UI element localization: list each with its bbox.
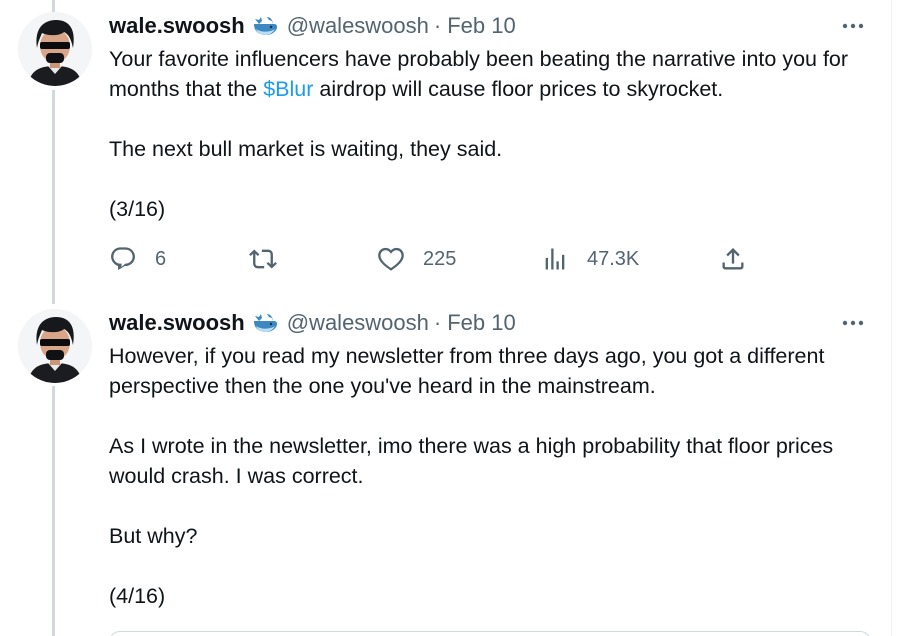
thread-counter: (3/16) (109, 197, 166, 221)
display-name[interactable]: wale.swoosh (109, 13, 245, 39)
tweet-date[interactable]: Feb 10 (447, 310, 516, 336)
avatar-image (18, 12, 92, 86)
tweet-paragraph: As I wrote in the newsletter, imo there … (109, 434, 834, 488)
tweet-paragraph: But why? (109, 524, 198, 548)
text-segment: airdrop will cause floor prices to skyro… (313, 77, 724, 101)
avatar[interactable] (18, 12, 92, 86)
views-button[interactable]: 47.3K (541, 244, 639, 274)
tweet-paragraph: Your favorite influencers have probably … (109, 44, 869, 104)
tweet-actions: 6 225 47.3K (109, 244, 749, 274)
more-options-icon[interactable] (840, 310, 866, 336)
tweet-text: Your favorite influencers have probably … (109, 44, 869, 224)
tweet-paragraph: The next bull market is waiting, they sa… (109, 137, 503, 161)
avatar[interactable] (18, 309, 92, 383)
tweet-text: However, if you read my newsletter from … (109, 341, 869, 611)
display-name[interactable]: wale.swoosh (109, 310, 245, 336)
like-count: 225 (423, 247, 457, 270)
thread-counter: (4/16) (109, 584, 166, 608)
thread-connector-line (52, 0, 55, 12)
thread-connector-line (52, 386, 55, 636)
retweet-button[interactable] (249, 244, 295, 274)
cashtag-link[interactable]: $Blur (263, 77, 313, 101)
tweet-header: wale.swoosh @waleswoosh · Feb 10 (109, 309, 516, 337)
tweet-date[interactable]: Feb 10 (447, 13, 516, 39)
thread-view: wale.swoosh @waleswoosh · Feb 10 Your fa… (0, 0, 906, 636)
tweet-header: wale.swoosh @waleswoosh · Feb 10 (109, 12, 516, 40)
user-handle[interactable]: @waleswoosh (287, 310, 429, 336)
tweet-paragraph: However, if you read my newsletter from … (109, 344, 825, 398)
reply-icon (111, 247, 135, 270)
view-count: 47.3K (587, 247, 640, 270)
thread-connector-line (52, 90, 55, 304)
share-icon (722, 248, 744, 270)
header-separator: · (433, 13, 442, 38)
avatar-image (18, 309, 92, 383)
retweet-icon (249, 249, 277, 269)
timeline-border (891, 0, 906, 636)
reply-count: 6 (155, 247, 167, 270)
header-separator: · (433, 310, 442, 335)
more-options-icon[interactable] (840, 13, 866, 39)
whale-emoji-icon (251, 312, 279, 334)
whale-emoji-icon (251, 15, 279, 37)
share-button[interactable] (719, 244, 747, 274)
heart-icon (378, 247, 404, 271)
analytics-icon (545, 248, 565, 270)
reply-button[interactable]: 6 (109, 244, 166, 274)
like-button[interactable]: 225 (377, 244, 456, 274)
quoted-card-edge[interactable] (109, 631, 871, 636)
user-handle[interactable]: @waleswoosh (287, 13, 429, 39)
